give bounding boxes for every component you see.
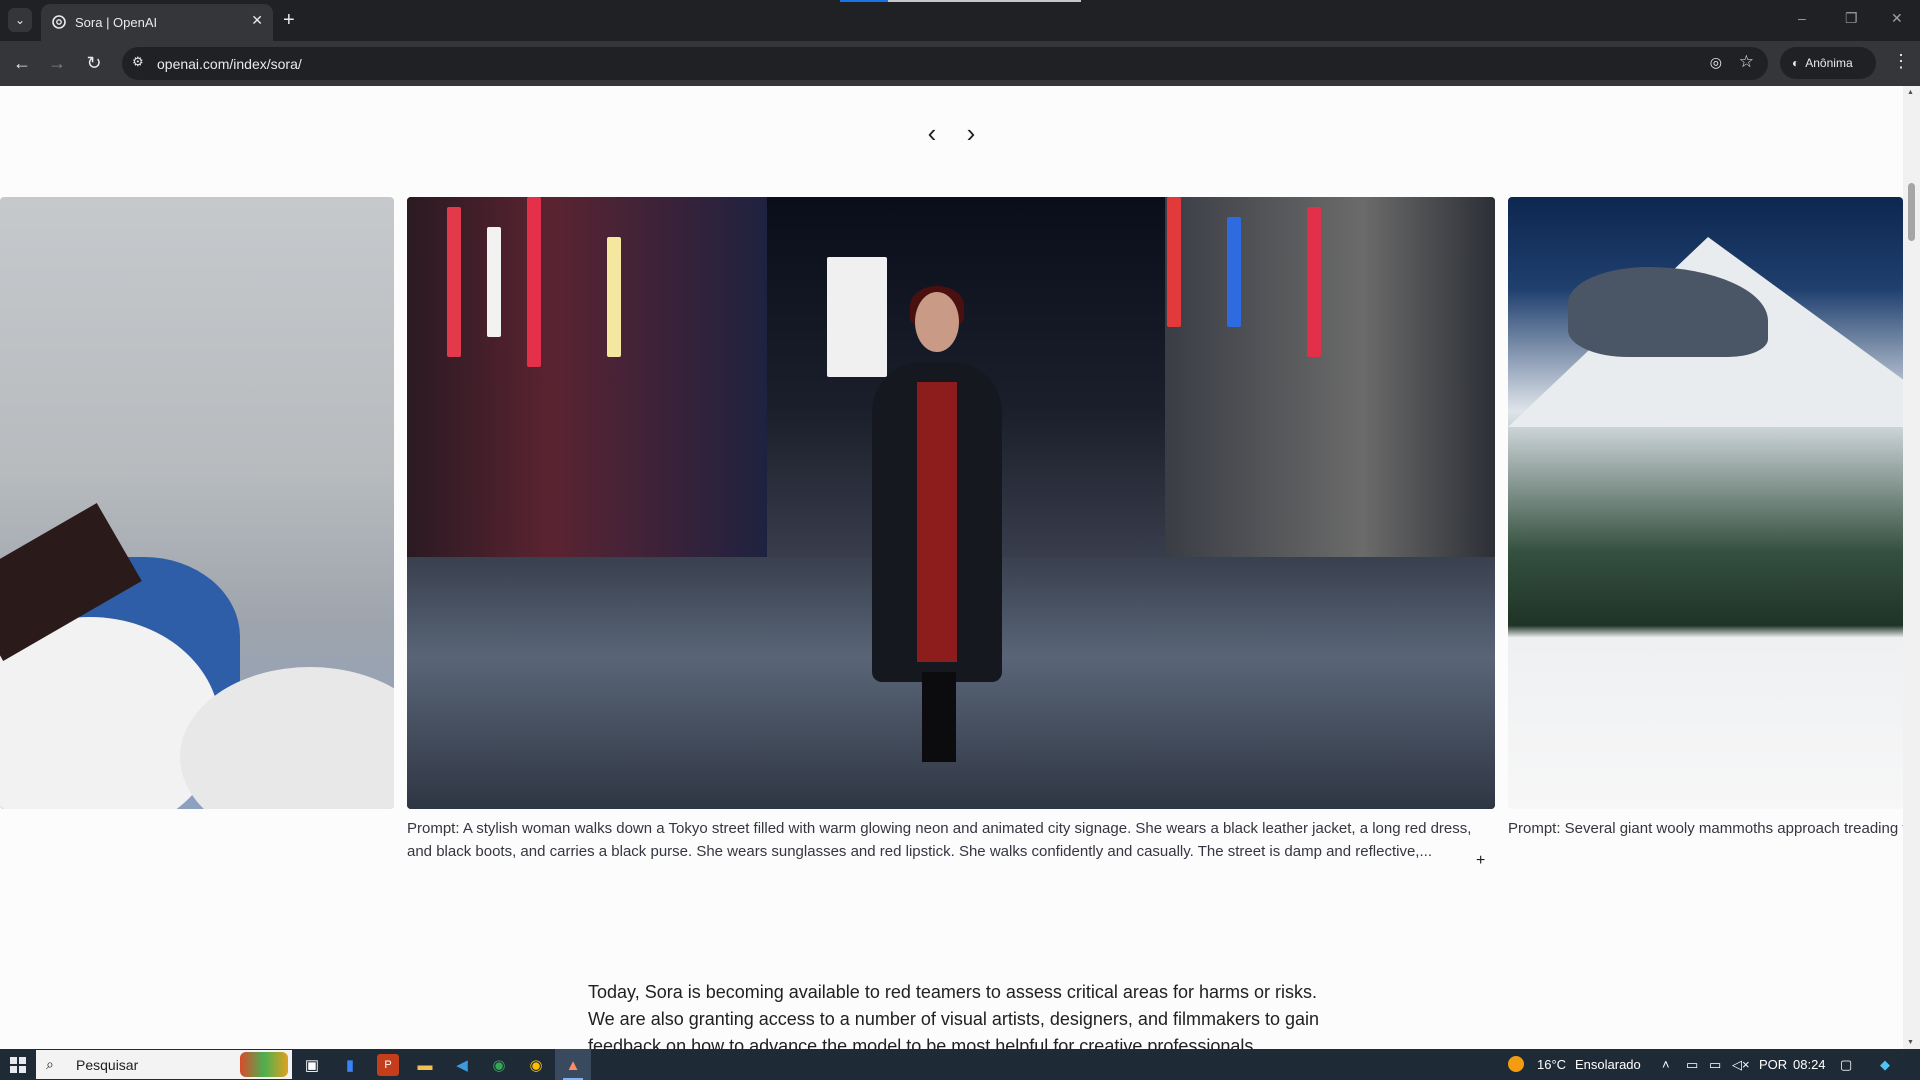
minimize-button[interactable]: –: [1798, 10, 1806, 26]
reload-icon: ↻: [86, 52, 102, 73]
address-bar[interactable]: ⚙ openai.com/index/sora/ ◎ ☆: [122, 47, 1768, 80]
body-paragraph: Today, Sora is becoming available to red…: [588, 982, 1320, 1049]
weather-condition[interactable]: Ensolarado: [1575, 1057, 1641, 1072]
tab-title: Sora | OpenAI: [75, 15, 158, 30]
clock-time[interactable]: 08:24: [1793, 1057, 1826, 1072]
tab-search-button[interactable]: ⌄: [8, 8, 32, 32]
chrome-icon[interactable]: ◉: [488, 1054, 510, 1076]
input-language[interactable]: POR: [1759, 1057, 1787, 1072]
incognito-label: Anônima: [1805, 56, 1853, 70]
search-highlight-image: [240, 1052, 288, 1077]
back-button[interactable]: ←: [9, 50, 35, 76]
taskbar-search-placeholder: Pesquisar: [76, 1057, 139, 1073]
chevron-down-icon: ⌄: [14, 13, 26, 27]
copilot-icon[interactable]: ◆: [1880, 1057, 1890, 1073]
video-caption-mammoths: Prompt: Several giant wooly mammoths app…: [1508, 820, 1903, 837]
reload-button[interactable]: ↻: [81, 50, 107, 76]
incognito-indicator[interactable]: ◐ Anônima: [1780, 47, 1876, 79]
openai-logo-icon: [52, 15, 66, 29]
star-icon[interactable]: ☆: [1739, 52, 1754, 72]
weather-sun-icon[interactable]: [1508, 1056, 1524, 1072]
chrome-icon[interactable]: ◉: [525, 1054, 547, 1076]
restore-button[interactable]: ❐: [1845, 10, 1858, 27]
scrollbar-thumb[interactable]: [1908, 183, 1915, 241]
carousel-next-button[interactable]: ›: [956, 118, 986, 148]
chevron-up-icon[interactable]: ˄: [1662, 1057, 1670, 1072]
video-slide-tokyo[interactable]: [407, 197, 1495, 809]
incognito-icon: ◐: [1792, 56, 1800, 70]
video-slide-mammoths[interactable]: [1508, 197, 1903, 809]
arrow-right-icon: →: [48, 52, 66, 73]
device-icon[interactable]: ▭: [1686, 1057, 1698, 1073]
browser-toolbar: ← → ↻ ⚙ openai.com/index/sora/ ◎ ☆ ◐ Anô…: [0, 41, 1920, 86]
vscode-icon[interactable]: ◀: [451, 1054, 473, 1076]
page-scrollbar[interactable]: ▲ ▼: [1903, 86, 1920, 1049]
tab-sora[interactable]: Sora | OpenAI ✕: [41, 4, 273, 41]
close-window-button[interactable]: ✕: [1891, 10, 1903, 27]
page-load-track: [888, 0, 1081, 2]
powerpoint-icon[interactable]: P: [377, 1054, 399, 1076]
search-icon: ⌕: [46, 1056, 54, 1072]
chart-app-icon[interactable]: ▮: [339, 1054, 361, 1076]
windows-taskbar: ⌕ Pesquisar ▣ ▮ P ▬ ◀ ◉ ◉ ▲ 16°C Ensolar…: [0, 1049, 1920, 1080]
taskbar-active-app[interactable]: ▲: [555, 1049, 591, 1080]
forward-button[interactable]: →: [44, 50, 70, 76]
windows-start-icon[interactable]: [10, 1057, 26, 1073]
tune-icon[interactable]: ⚙: [132, 54, 150, 72]
video-caption-tokyo: Prompt: A stylish woman walks down a Tok…: [407, 820, 1472, 860]
page-content: ‹ › Prompt: A stylish woman walks down a…: [0, 86, 1903, 1049]
url-text[interactable]: openai.com/index/sora/: [157, 56, 302, 72]
carousel-prev-button[interactable]: ‹: [917, 118, 947, 148]
volume-muted-icon[interactable]: ◁×: [1732, 1057, 1750, 1073]
tab-strip: ⌄ Sora | OpenAI ✕ + – ❐ ✕: [0, 0, 1920, 41]
eye-off-icon[interactable]: ◎: [1710, 54, 1722, 71]
scroll-up-icon[interactable]: ▲: [1907, 89, 1914, 96]
kebab-icon[interactable]: ⋮: [1892, 51, 1910, 72]
arrow-left-icon: ←: [13, 52, 31, 73]
app-icon: ▲: [565, 1056, 581, 1074]
notification-icon[interactable]: ▢: [1840, 1057, 1852, 1073]
new-tab-button[interactable]: +: [283, 8, 295, 32]
temperature[interactable]: 16°C: [1537, 1057, 1566, 1072]
expand-caption-button[interactable]: +: [1476, 852, 1485, 870]
close-icon[interactable]: ✕: [251, 12, 263, 29]
network-icon[interactable]: ▭: [1709, 1057, 1721, 1073]
video-slide-previous[interactable]: [0, 197, 394, 809]
page-load-indicator: [840, 0, 888, 2]
taskbar-search[interactable]: ⌕ Pesquisar: [36, 1050, 292, 1079]
task-view-icon[interactable]: ▣: [301, 1054, 323, 1076]
scroll-down-icon[interactable]: ▼: [1907, 1039, 1914, 1046]
file-explorer-icon[interactable]: ▬: [414, 1054, 436, 1076]
